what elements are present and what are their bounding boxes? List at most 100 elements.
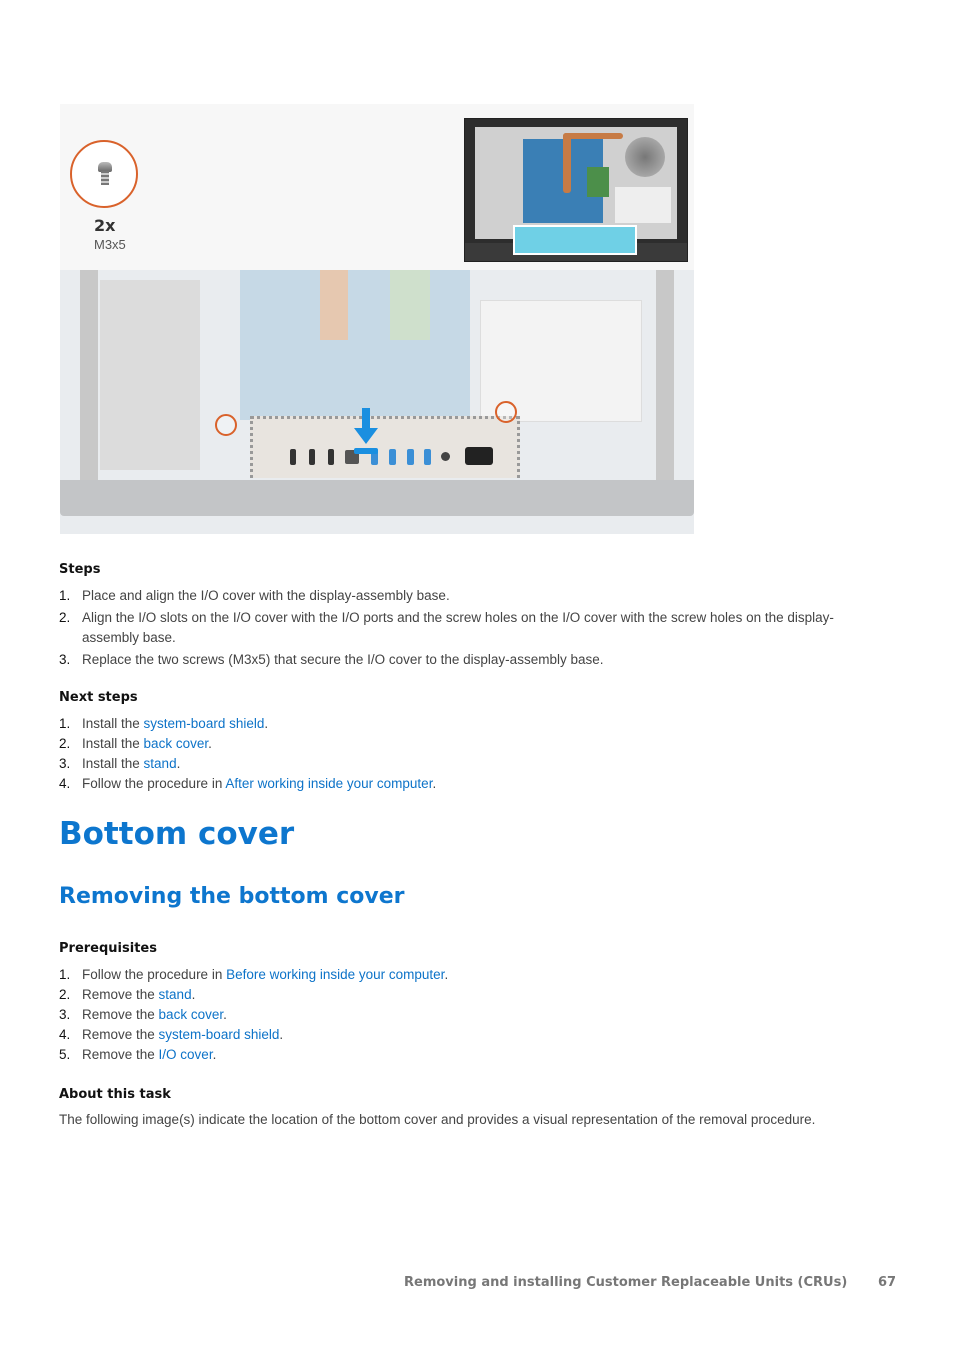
step-item: 1. Place and align the I/O cover with the… bbox=[59, 586, 879, 606]
step-suffix: . bbox=[264, 716, 269, 731]
step-text: Remove the bbox=[82, 1007, 159, 1022]
step-number: 1. bbox=[59, 716, 71, 731]
usb-port-icon bbox=[407, 449, 414, 465]
prerequisite-item: 1. Follow the procedure in Before working… bbox=[59, 965, 448, 985]
screw-location-left bbox=[215, 414, 237, 436]
step-number: 2. bbox=[59, 736, 71, 751]
step-text: Follow the procedure in bbox=[82, 967, 227, 982]
step-text: Align the I/O slots on the I/O cover wit… bbox=[82, 610, 834, 645]
step-suffix: . bbox=[191, 987, 196, 1002]
heat-pipe-horizontal bbox=[563, 133, 623, 139]
screw-callout bbox=[70, 140, 138, 208]
footer-chapter-title: Removing and installing Customer Replace… bbox=[404, 1275, 848, 1290]
next-step-item: 3. Install the stand. bbox=[59, 754, 436, 774]
fan-icon bbox=[625, 137, 665, 177]
display-assembly-base bbox=[60, 480, 694, 516]
step-suffix: . bbox=[223, 1007, 227, 1022]
step-number: 1. bbox=[59, 588, 71, 603]
next-step-item: 1. Install the system-board shield. bbox=[59, 714, 436, 734]
computer-overview-image bbox=[464, 118, 688, 262]
arrow-head bbox=[354, 428, 378, 444]
memory-detail bbox=[390, 270, 430, 340]
left-bracket bbox=[100, 280, 200, 470]
step-suffix: . bbox=[444, 967, 449, 982]
step-text: Follow the procedure in bbox=[82, 776, 226, 791]
power-connector-icon bbox=[465, 447, 493, 465]
screw-location-right bbox=[495, 401, 517, 423]
heat-sink-detail bbox=[320, 270, 348, 340]
step-suffix: . bbox=[208, 736, 212, 751]
step-text: Place and align the I/O cover with the d… bbox=[82, 588, 450, 603]
memory-module bbox=[587, 167, 609, 197]
step-text: Remove the bbox=[82, 1047, 159, 1062]
usb-port-icon bbox=[424, 449, 431, 465]
step-text: Install the bbox=[82, 756, 144, 771]
io-cover-installation-figure: 2x M3x5 bbox=[60, 104, 694, 534]
step-text: Replace the two screws (M3x5) that secur… bbox=[82, 652, 604, 667]
steps-list: 1. Place and align the I/O cover with the… bbox=[59, 586, 879, 672]
step-number: 2. bbox=[59, 987, 71, 1002]
step-suffix: . bbox=[176, 756, 181, 771]
about-heading: About this task bbox=[59, 1087, 171, 1102]
step-number: 3. bbox=[59, 652, 71, 667]
step-number: 5. bbox=[59, 1047, 71, 1062]
steps-heading: Steps bbox=[59, 562, 101, 577]
about-text: The following image(s) indicate the loca… bbox=[59, 1112, 816, 1127]
screw-quantity: 2x bbox=[94, 216, 116, 235]
prerequisites-heading: Prerequisites bbox=[59, 941, 157, 956]
link-system-board-shield[interactable]: system-board shield bbox=[159, 1027, 280, 1042]
step-suffix: . bbox=[279, 1027, 284, 1042]
prerequisite-item: 4. Remove the system-board shield. bbox=[59, 1025, 448, 1045]
link-before-working-inside[interactable]: Before working inside your computer bbox=[226, 967, 444, 982]
hdmi-port-icon bbox=[290, 449, 296, 465]
step-text: Remove the bbox=[82, 1027, 159, 1042]
left-frame bbox=[80, 270, 98, 480]
prerequisite-item: 5. Remove the I/O cover. bbox=[59, 1045, 448, 1065]
next-step-item: 2. Install the back cover. bbox=[59, 734, 436, 754]
link-io-cover[interactable]: I/O cover bbox=[159, 1047, 213, 1062]
step-text: Install the bbox=[82, 716, 144, 731]
audio-jack-icon bbox=[441, 452, 450, 461]
step-text: Remove the bbox=[82, 987, 159, 1002]
step-suffix: . bbox=[432, 776, 437, 791]
right-frame bbox=[656, 270, 674, 480]
hdmi-port-icon bbox=[309, 449, 315, 465]
usb-port-icon bbox=[389, 449, 396, 465]
step-number: 4. bbox=[59, 776, 71, 791]
link-after-working-inside[interactable]: After working inside your computer bbox=[225, 776, 432, 791]
next-step-item: 4. Follow the procedure in After working … bbox=[59, 774, 436, 794]
next-steps-heading: Next steps bbox=[59, 690, 138, 705]
step-number: 3. bbox=[59, 756, 71, 771]
heat-pipe bbox=[563, 133, 571, 193]
section-subtitle: Removing the bottom cover bbox=[59, 884, 405, 909]
step-text: Install the bbox=[82, 736, 144, 751]
step-suffix: . bbox=[212, 1047, 217, 1062]
link-stand[interactable]: stand bbox=[144, 756, 177, 771]
arrow-shaft bbox=[362, 408, 370, 430]
step-number: 2. bbox=[59, 610, 71, 625]
link-stand[interactable]: stand bbox=[159, 987, 192, 1002]
step-item: 2. Align the I/O slots on the I/O cover w… bbox=[59, 608, 879, 648]
io-cover bbox=[250, 416, 520, 478]
system-board-detail bbox=[240, 270, 470, 420]
link-back-cover[interactable]: back cover bbox=[159, 1007, 224, 1022]
step-item: 3. Replace the two screws (M3x5) that sec… bbox=[59, 650, 879, 670]
screw-size: M3x5 bbox=[94, 237, 126, 252]
prerequisite-item: 3. Remove the back cover. bbox=[59, 1005, 448, 1025]
io-cover-detail-image bbox=[60, 270, 694, 534]
step-number: 3. bbox=[59, 1007, 71, 1022]
prerequisites-list: 1. Follow the procedure in Before working… bbox=[59, 965, 448, 1065]
io-cover-highlight bbox=[513, 225, 637, 255]
step-number: 1. bbox=[59, 967, 71, 982]
link-system-board-shield[interactable]: system-board shield bbox=[144, 716, 265, 731]
step-number: 4. bbox=[59, 1027, 71, 1042]
figure-header-area: 2x M3x5 bbox=[60, 104, 694, 270]
displayport-icon bbox=[328, 449, 334, 465]
prerequisite-item: 2. Remove the stand. bbox=[59, 985, 448, 1005]
screw-thread-icon bbox=[101, 171, 109, 185]
link-back-cover[interactable]: back cover bbox=[144, 736, 209, 751]
arrow-bar bbox=[354, 448, 378, 454]
section-title: Bottom cover bbox=[59, 816, 295, 852]
power-supply bbox=[615, 187, 671, 223]
chassis-interior bbox=[475, 127, 677, 239]
